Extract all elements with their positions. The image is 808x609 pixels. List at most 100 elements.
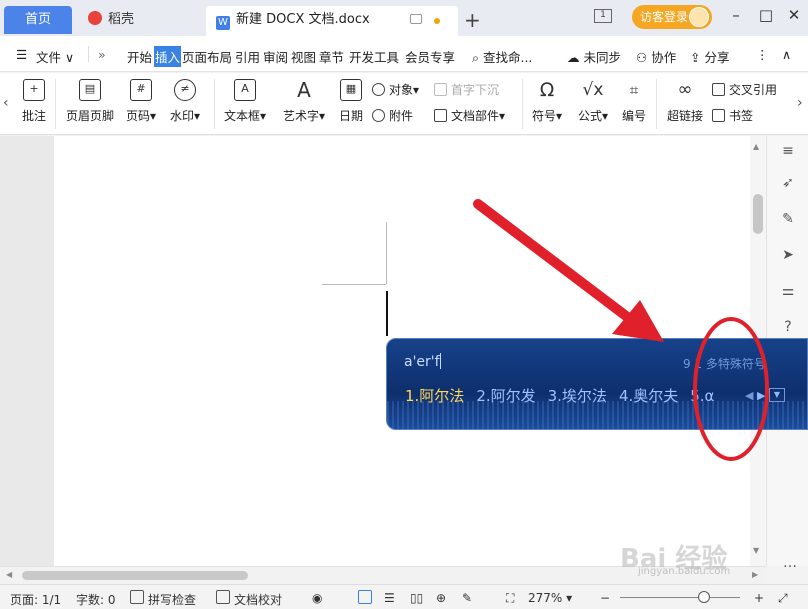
wordart-button[interactable]: A 艺术字▾ [280,79,328,124]
ribbon-scroll-left-icon[interactable]: ‹ [3,95,9,111]
menu-item-references[interactable]: 引用 [235,47,260,66]
ime-prev-icon[interactable]: ◀ [745,389,753,402]
page-count-icon[interactable]: 1 [594,9,612,23]
bookmark-button[interactable]: 书签 [712,107,753,124]
unsaved-dot-icon [434,18,440,24]
zoom-slider-handle[interactable] [698,591,710,603]
ime-menu-icon[interactable]: ▼ [769,388,785,402]
pointer-icon[interactable]: ➤ [779,246,797,264]
zoom-in-icon[interactable]: + [754,591,764,605]
more-icon[interactable]: ⋮ [756,47,769,62]
web-view-icon[interactable]: ⊕ [436,591,446,605]
page-view-icon[interactable] [358,590,372,604]
command-search[interactable]: ⌕ 查找命... [472,47,532,66]
spellcheck-icon [130,590,144,604]
rocket-icon[interactable]: ➶ [779,174,797,192]
ime-candidate-window: a'er'f 9 1 多特殊符号 1.阿尔法 2.阿尔发 3.埃尔法 4.奥尔夫 5.α… [386,338,808,430]
sync-status[interactable]: ☁ 未同步 [567,47,621,66]
menu-item-review[interactable]: 审阅 [263,47,288,66]
page-number-button[interactable]: # 页码▾ [122,79,160,124]
ime-candidate[interactable]: 4.奥尔夫 [619,387,678,405]
textbox-button[interactable]: A 文本框▾ [222,79,268,124]
minimize-button[interactable]: – [726,6,746,24]
menu-item-developer[interactable]: 开发工具 [349,47,399,66]
menu-item-section[interactable]: 章节 [319,47,344,66]
formula-button[interactable]: √x 公式▾ [574,79,612,124]
close-button[interactable]: ✕ [784,6,804,24]
tab-document[interactable]: W 新建 DOCX 文档.docx [206,6,458,36]
divider [214,79,215,129]
symbol-button[interactable]: Ω 符号▾ [528,79,566,124]
fullscreen-icon[interactable]: ⤢ [778,591,788,606]
header-footer-button[interactable]: ▤ 页眉页脚 [64,79,116,124]
menu-item-member[interactable]: 会员专享 [405,47,455,66]
menu-item-view[interactable]: 视图 [291,47,316,66]
scroll-down-icon[interactable]: ▼ [753,546,759,555]
ime-candidate[interactable]: 3.埃尔法 [548,387,607,405]
page-indicator[interactable]: 页面: 1/1 [10,591,61,608]
object-button[interactable]: 对象▾ [372,81,419,98]
zoom-level[interactable]: 277% ▾ [528,591,572,605]
hamburger-icon[interactable]: ☰ [16,47,27,62]
menu-item-layout[interactable]: 页面布局 [182,47,232,66]
tab-document-label: 新建 DOCX 文档.docx [236,12,370,27]
omega-icon: Ω [539,79,555,101]
vertical-scroll-thumb[interactable] [753,194,763,234]
formula-text: 公式 [577,109,602,123]
pen-icon[interactable]: ✎ [779,210,797,228]
attachment-button[interactable]: 附件 [372,107,413,124]
ime-next-icon[interactable]: ▶ [757,389,765,402]
cross-reference-button[interactable]: 交叉引用 [712,81,777,98]
ime-special-symbols[interactable]: 9 1 多特殊符号 [683,355,766,372]
maximize-button[interactable]: □ [756,6,776,24]
ime-caret [439,353,441,369]
collab-button[interactable]: ⚇ 协作 [636,47,676,66]
file-menu-label: 文件 [36,50,62,65]
tab-home[interactable]: 首页 [4,6,72,34]
zoom-out-icon[interactable]: − [600,591,610,605]
panel-menu-icon[interactable]: ≡ [779,142,797,160]
ime-candidate[interactable]: 2.阿尔发 [476,387,535,405]
page-margin-mark-horizontal [322,284,386,285]
ime-page-nav[interactable]: ◀ ▶ [745,389,765,402]
divider [55,79,56,129]
menu-item-insert[interactable]: 插入 [154,46,182,67]
date-button[interactable]: ▦ 日期 [336,79,366,124]
numbering-icon: ⌗ [629,81,639,99]
hyperlink-button[interactable]: ∞ 超链接 [664,79,706,124]
scroll-left-icon[interactable]: ◀ [6,570,12,579]
file-menu[interactable]: 文件 ∨ [36,47,74,66]
scroll-up-icon[interactable]: ▲ [753,142,759,151]
drop-cap-button[interactable]: 首字下沉 [434,81,499,98]
fit-page-icon[interactable]: ⛶ [506,591,514,606]
horizontal-scroll-thumb[interactable] [22,571,248,580]
share-button[interactable]: ⇪ 分享 [690,47,729,66]
monitor-icon[interactable] [410,14,422,24]
tab-daoke[interactable]: 稻壳 [78,6,202,34]
scroll-right-icon[interactable]: ▶ [752,570,758,579]
doc-parts-button[interactable]: 文档部件▾ [434,107,505,124]
annotate-icon[interactable]: ✎ [462,591,472,605]
ime-candidate[interactable]: 1.阿尔法 [405,387,464,405]
ribbon-scroll-right-icon[interactable]: › [797,95,803,111]
settings-sliders-icon[interactable]: ⚌ [779,282,797,300]
spellcheck-button[interactable]: 拼写检查 [148,591,196,608]
more-options-icon[interactable]: … [781,554,799,572]
numbering-button[interactable]: ⌗ 编号 [618,79,650,124]
guest-login-button[interactable]: 访客登录 [632,5,712,29]
read-view-icon[interactable]: ▯▯ [410,591,423,605]
ime-candidate[interactable]: 5.α [690,387,714,405]
eye-icon[interactable]: ◉ [312,591,322,605]
zoom-slider-track[interactable] [620,597,740,598]
expand-icon[interactable]: » [98,47,106,62]
menu-item-start[interactable]: 开始 [127,47,152,66]
new-tab-button[interactable]: + [464,8,481,32]
zoom-value: 277% [528,591,563,605]
collapse-ribbon-icon[interactable]: ∧ [782,47,791,62]
word-count[interactable]: 字数: 0 [76,591,116,608]
help-icon[interactable]: ? [779,318,797,336]
outline-view-icon[interactable]: ☰ [384,591,395,605]
watermark-button[interactable]: ≠ 水印▾ [166,79,204,124]
proofread-button[interactable]: 文档校对 [234,591,282,608]
comment-button[interactable]: + 批注 [18,79,50,124]
